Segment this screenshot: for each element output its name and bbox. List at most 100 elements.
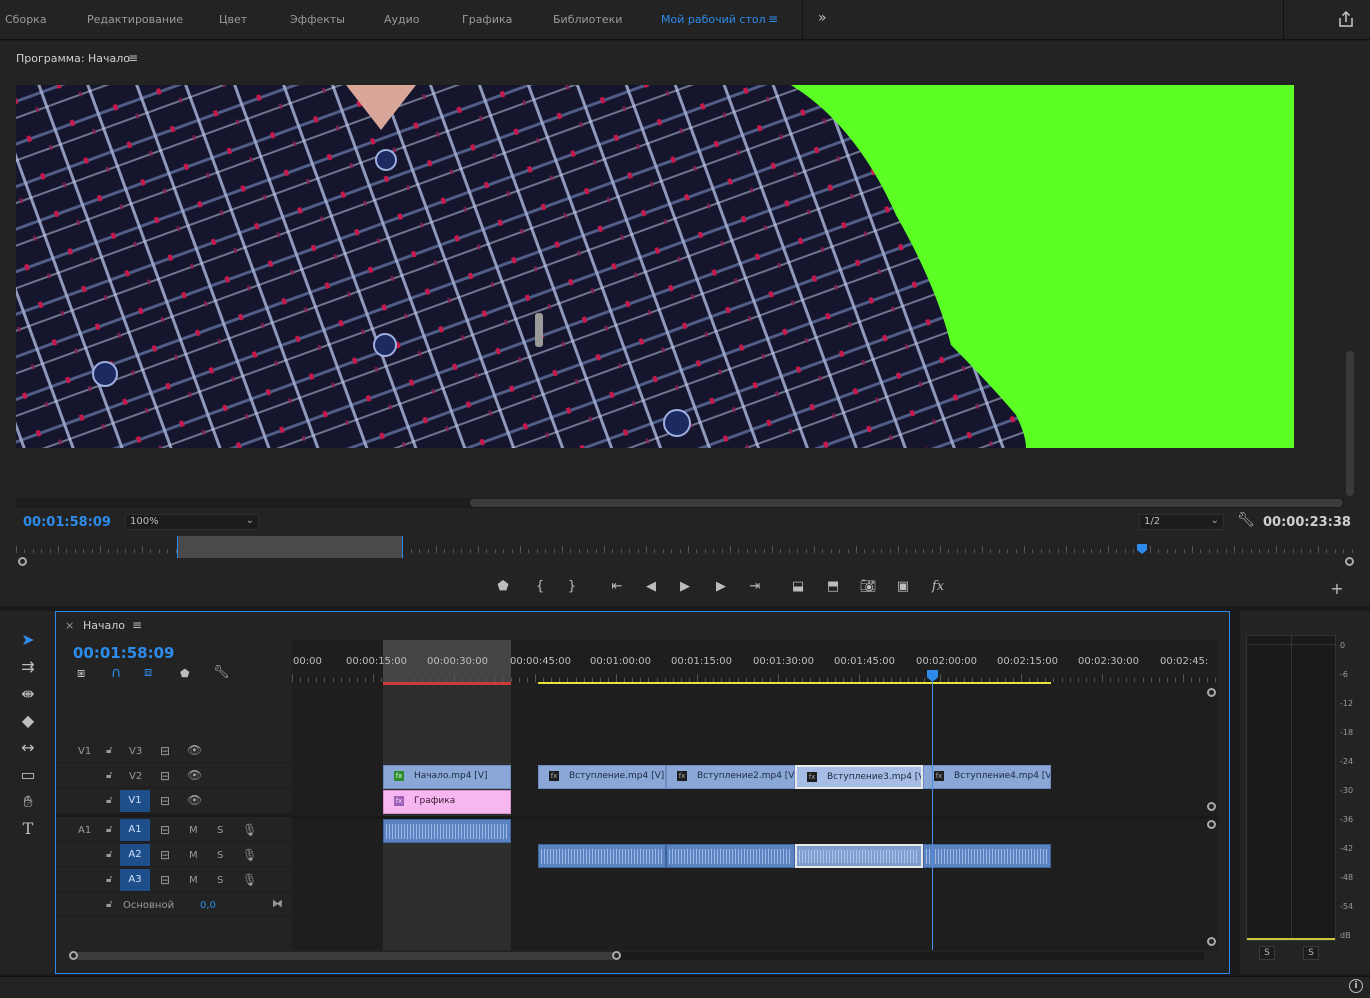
- lock-icon[interactable]: 🔓︎: [106, 824, 112, 835]
- comparison-view-icon[interactable]: ▣: [893, 579, 913, 594]
- info-icon[interactable]: i: [1349, 979, 1363, 993]
- source-patch-v1[interactable]: V1: [78, 746, 91, 757]
- solo-button[interactable]: S: [1259, 946, 1275, 960]
- solo-button[interactable]: S: [217, 850, 223, 861]
- audio-clip-a2[interactable]: [666, 844, 795, 868]
- vertical-scrollbar[interactable]: [1346, 351, 1354, 496]
- go-to-out-icon[interactable]: ⇥: [745, 579, 765, 594]
- clip-vstuplenie3[interactable]: fx Вступление3.mp4 [V: [795, 765, 923, 789]
- workspace-tab-my-desktop[interactable]: Мой рабочий стол: [661, 13, 766, 26]
- track-target-a3[interactable]: A3: [120, 869, 150, 891]
- add-button-icon[interactable]: +: [1327, 579, 1347, 598]
- zoom-handle-left[interactable]: [18, 557, 27, 566]
- mute-button[interactable]: M: [189, 825, 198, 836]
- clip-graphics[interactable]: fx Графика: [383, 790, 511, 814]
- audio-clip-a1[interactable]: [383, 819, 511, 843]
- track-name[interactable]: V3: [129, 746, 142, 757]
- rectangle-tool-icon[interactable]: ▭: [17, 764, 39, 786]
- scroll-handle[interactable]: [69, 951, 78, 960]
- clip-vstuplenie4[interactable]: fx Вступление4.mp4 [V]: [923, 765, 1051, 789]
- microphone-icon[interactable]: 🎙︎: [242, 873, 257, 887]
- track-target-a2[interactable]: A2: [120, 844, 150, 866]
- fx-icon[interactable]: fx: [928, 579, 948, 594]
- workspace-tab-assembly[interactable]: Сборка: [5, 13, 47, 26]
- lock-icon[interactable]: 🔓︎: [106, 849, 112, 860]
- clip-vstuplenie2[interactable]: fx Вступление2.mp4 [V]: [666, 765, 795, 789]
- audio-clip-a2-selected[interactable]: [795, 844, 923, 868]
- ripple-edit-tool-icon[interactable]: ⇼: [17, 683, 39, 705]
- microphone-icon[interactable]: 🎙︎: [242, 848, 257, 862]
- timeline-timecode[interactable]: 00:01:58:09: [73, 644, 175, 662]
- slip-tool-icon[interactable]: ↔: [17, 737, 39, 759]
- lock-icon[interactable]: 🔓︎: [106, 899, 112, 910]
- panel-menu-icon[interactable]: ≡: [132, 618, 142, 632]
- mute-button[interactable]: M: [189, 875, 198, 886]
- mark-out-icon[interactable]: }: [562, 579, 582, 594]
- selection-tool-icon[interactable]: ➤: [17, 629, 39, 651]
- scroll-handle[interactable]: [1207, 802, 1216, 811]
- solo-button[interactable]: S: [1303, 946, 1319, 960]
- mark-in-icon[interactable]: {: [530, 579, 550, 594]
- hand-tool-icon[interactable]: ✋︎: [17, 791, 39, 813]
- workspace-tab-libraries[interactable]: Библиотеки: [553, 13, 622, 26]
- zoom-dropdown[interactable]: 100% ⌄: [125, 514, 259, 530]
- play-icon[interactable]: ▶︎: [675, 579, 695, 594]
- lock-icon[interactable]: 🔓︎: [106, 874, 112, 885]
- audio-clip-a2[interactable]: [923, 844, 1051, 868]
- sync-lock-icon[interactable]: ⊟: [160, 769, 170, 783]
- wrench-icon[interactable]: 🔧︎: [1237, 512, 1255, 528]
- close-tab-icon[interactable]: ×: [65, 619, 74, 632]
- audio-clip-a2[interactable]: [538, 844, 666, 868]
- track-target-v1[interactable]: V1: [120, 790, 150, 812]
- workspace-tab-audio[interactable]: Аудио: [384, 13, 420, 26]
- sync-lock-icon[interactable]: ⊟: [160, 823, 170, 837]
- scroll-handle[interactable]: [1207, 820, 1216, 829]
- horizontal-scrollbar[interactable]: [470, 499, 1343, 507]
- nest-toggle-icon[interactable]: ⧆: [77, 666, 85, 681]
- playhead-timecode[interactable]: 00:01:58:09: [23, 515, 111, 530]
- lock-icon[interactable]: 🔓︎: [106, 745, 112, 756]
- timeline-settings-icon[interactable]: 🔧︎: [213, 665, 230, 680]
- go-to-in-icon[interactable]: ⇤: [607, 579, 627, 594]
- timeline-playhead-line[interactable]: [932, 672, 933, 950]
- resolution-dropdown[interactable]: 1/2 ⌄: [1139, 514, 1224, 530]
- track-target-a1[interactable]: A1: [120, 819, 150, 841]
- razor-tool-icon[interactable]: ◆: [17, 710, 39, 732]
- linked-selection-icon[interactable]: ⧈: [144, 665, 152, 680]
- snap-magnet-icon[interactable]: ∩: [111, 665, 121, 681]
- in-out-range[interactable]: [177, 536, 403, 558]
- sync-lock-icon[interactable]: ⊟: [160, 744, 170, 758]
- workspace-tab-graphics[interactable]: Графика: [462, 13, 512, 26]
- scroll-handle[interactable]: [612, 951, 621, 960]
- lift-icon[interactable]: ⬓: [788, 579, 808, 594]
- track-name[interactable]: V2: [129, 771, 142, 782]
- workspace-tab-color[interactable]: Цвет: [219, 13, 247, 26]
- eye-icon[interactable]: 👁︎: [187, 743, 202, 757]
- microphone-icon[interactable]: 🎙︎: [242, 823, 257, 837]
- lock-icon[interactable]: 🔓︎: [106, 770, 112, 781]
- extract-icon[interactable]: ⬒: [823, 579, 843, 594]
- workspace-menu-icon[interactable]: ≡: [768, 12, 778, 26]
- sync-lock-icon[interactable]: ⊟: [160, 848, 170, 862]
- step-forward-icon[interactable]: ▶︎: [711, 579, 731, 594]
- more-workspaces-icon[interactable]: »: [818, 10, 827, 26]
- sync-lock-icon[interactable]: ⊟: [160, 873, 170, 887]
- source-patch-a1[interactable]: A1: [78, 825, 91, 836]
- add-marker-icon[interactable]: ⬟: [493, 579, 513, 594]
- mute-button[interactable]: M: [189, 850, 198, 861]
- solo-button[interactable]: S: [217, 825, 223, 836]
- step-back-icon[interactable]: ◀︎: [641, 579, 661, 594]
- scroll-handle[interactable]: [1207, 688, 1216, 697]
- clip-nachalo[interactable]: fx Начало.mp4 [V]: [383, 765, 511, 789]
- track-select-tool-icon[interactable]: ⇉: [17, 656, 39, 678]
- eye-icon[interactable]: 👁︎: [187, 793, 202, 807]
- timeline-hscroll-thumb[interactable]: [74, 952, 617, 960]
- zoom-handle-right[interactable]: [1345, 557, 1354, 566]
- sync-lock-icon[interactable]: ⊟: [160, 794, 170, 808]
- export-frame-icon[interactable]: 📷︎: [858, 579, 878, 594]
- clip-vstuplenie[interactable]: fx Вступление.mp4 [V]: [538, 765, 666, 789]
- share-button[interactable]: [1283, 0, 1370, 40]
- sequence-tab[interactable]: Начало: [83, 619, 125, 632]
- workspace-tab-editing[interactable]: Редактирование: [87, 13, 183, 26]
- panel-menu-icon[interactable]: ≡: [128, 51, 138, 65]
